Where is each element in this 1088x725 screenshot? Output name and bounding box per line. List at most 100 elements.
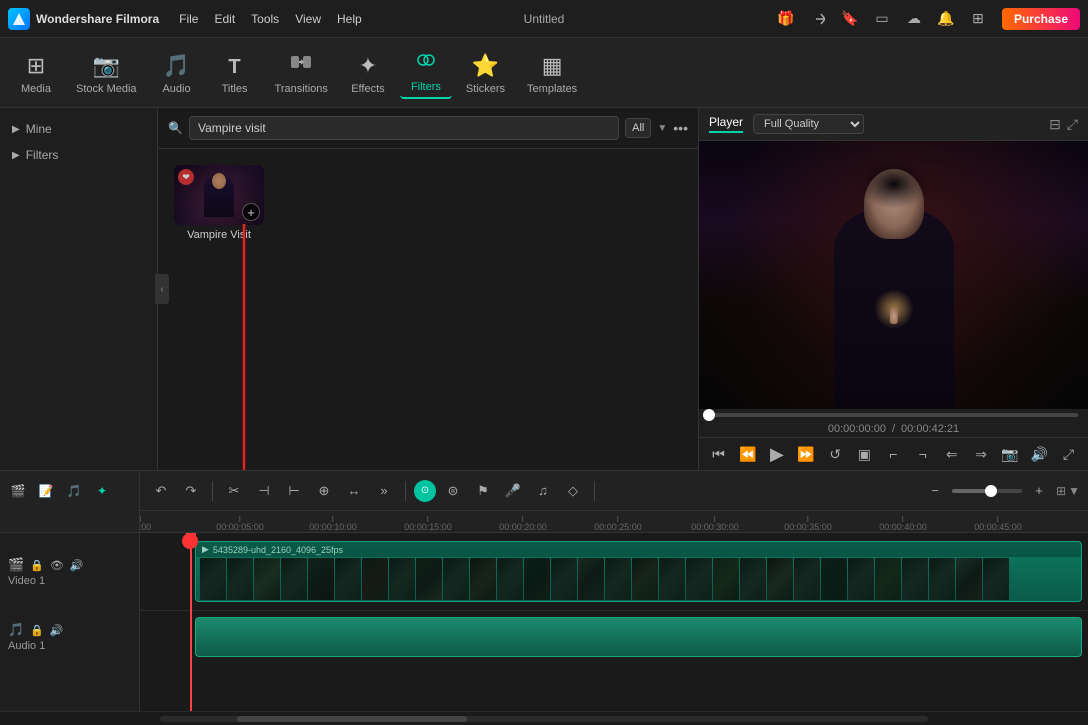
- search-input[interactable]: [189, 116, 619, 140]
- audio-icon-label: 🎵: [8, 622, 24, 638]
- audio-track-lock-icon[interactable]: 🔒: [30, 624, 44, 637]
- zoom-slider[interactable]: [952, 489, 1022, 493]
- step-forward-button[interactable]: ⏩: [794, 442, 817, 466]
- share-icon[interactable]: [806, 7, 830, 31]
- toolbar-titles[interactable]: T Titles: [209, 52, 261, 99]
- toolbar-stickers[interactable]: ⭐ Stickers: [458, 49, 513, 99]
- extend-button[interactable]: ↔: [341, 478, 367, 504]
- zoom-in-button[interactable]: +: [1026, 478, 1052, 504]
- figure-body: [814, 149, 974, 409]
- player-tab[interactable]: Player: [709, 115, 743, 133]
- playhead-marker[interactable]: [182, 533, 198, 549]
- timeline-scrubber[interactable]: [709, 413, 1078, 417]
- mark-out-button[interactable]: ¬: [911, 442, 934, 466]
- toolbar-audio[interactable]: 🎵 Audio: [151, 49, 203, 99]
- search-more-button[interactable]: •••: [673, 120, 688, 136]
- menu-help[interactable]: Help: [337, 12, 362, 26]
- trim-button[interactable]: ⊢: [281, 478, 307, 504]
- toolbar-stock-media[interactable]: 📷 Stock Media: [68, 49, 145, 99]
- cloud-icon[interactable]: ☁: [902, 7, 926, 31]
- timeline-toolbar-row: 🎬 📝 🎵 ✦ ↶ ↷ ✂ ⊣ ⊢ ⊕ ↔ » ⊙ ⊜ ⚑ 🎤 ♫: [0, 471, 1088, 511]
- timeline-section: 🎬 📝 🎵 ✦ ↶ ↷ ✂ ⊣ ⊢ ⊕ ↔ » ⊙ ⊜ ⚑ 🎤 ♫: [0, 470, 1088, 725]
- filter-vampire-visit[interactable]: ❤ + Vampire Visit: [174, 165, 264, 241]
- player-view-icons: ⊟ ⤢: [1049, 116, 1078, 133]
- delete-button[interactable]: ✂: [221, 478, 247, 504]
- project-title: Untitled: [524, 12, 565, 26]
- menu-tools[interactable]: Tools: [251, 12, 279, 26]
- toolbar-media[interactable]: ⊞ Media: [10, 49, 62, 99]
- volume-button[interactable]: 🔊: [1028, 442, 1051, 466]
- video-track-volume-icon[interactable]: 🔊: [70, 559, 84, 572]
- fullscreen-button[interactable]: ⤢: [1057, 442, 1080, 466]
- audio-clip[interactable]: [195, 617, 1082, 657]
- add-text-track-button[interactable]: 📝: [34, 479, 58, 503]
- media-label: Media: [21, 83, 51, 95]
- toolbar-transitions[interactable]: Transitions: [267, 47, 336, 99]
- notification-icon[interactable]: 🔔: [934, 7, 958, 31]
- video-track-lock-icon[interactable]: 🔒: [30, 559, 44, 572]
- marker-button[interactable]: ⚑: [470, 478, 496, 504]
- fullscreen-preview-icon[interactable]: ⤢: [1067, 116, 1078, 133]
- search-filter-all[interactable]: All: [625, 118, 651, 138]
- undo-button[interactable]: ↶: [148, 478, 174, 504]
- more-tools-button[interactable]: »: [371, 478, 397, 504]
- menu-file[interactable]: File: [179, 12, 198, 26]
- snapshot-button[interactable]: 📷: [999, 442, 1022, 466]
- purchase-button[interactable]: Purchase: [1002, 8, 1080, 30]
- filter-dropdown-icon[interactable]: ▼: [657, 123, 667, 134]
- frame-5: [308, 558, 334, 600]
- split-view-icon[interactable]: ⊟: [1049, 116, 1061, 133]
- skip-to-start-button[interactable]: ⏮: [707, 442, 730, 466]
- video-clip[interactable]: ▶ 5435289-uhd_2160_4096_25fps: [195, 541, 1082, 602]
- zoom-thumb[interactable]: [985, 485, 997, 497]
- apps-icon[interactable]: ⊞: [966, 7, 990, 31]
- frame-14: [551, 558, 577, 600]
- toolbar-templates[interactable]: ▦ Templates: [519, 49, 585, 99]
- mark-in-button[interactable]: ⌐: [882, 442, 905, 466]
- prev-clip-button[interactable]: ⇐: [940, 442, 963, 466]
- next-clip-button[interactable]: ⇒: [969, 442, 992, 466]
- snap-toggle[interactable]: ⊙: [414, 480, 436, 502]
- frame-6: [335, 558, 361, 600]
- minimize-icon[interactable]: ▭: [870, 7, 894, 31]
- playhead-thumb[interactable]: [703, 409, 715, 421]
- add-audio-track-button[interactable]: 🎵: [62, 479, 86, 503]
- crop-button[interactable]: ▣: [853, 442, 876, 466]
- audio-track-volume-icon[interactable]: 🔊: [50, 624, 64, 637]
- ripple-button[interactable]: ⊜: [440, 478, 466, 504]
- audio-stretch-button[interactable]: 🎤: [500, 478, 526, 504]
- add-filter-track-button[interactable]: ✦: [90, 479, 114, 503]
- insert-button[interactable]: ⊕: [311, 478, 337, 504]
- zoom-out-button[interactable]: −: [922, 478, 948, 504]
- add-video-track-button[interactable]: 🎬: [6, 479, 30, 503]
- sidebar-item-mine[interactable]: ▶ Mine: [0, 116, 157, 142]
- quality-select[interactable]: Full Quality High Quality Medium Quality: [753, 114, 864, 134]
- bookmark-icon[interactable]: 🔖: [838, 7, 862, 31]
- playhead[interactable]: [190, 533, 192, 711]
- view-grid-button[interactable]: ⊞ ▼: [1056, 484, 1080, 498]
- current-time: 00:00:00:00: [828, 423, 886, 435]
- sidebar-item-filters[interactable]: ▶ Filters: [0, 142, 157, 168]
- add-filter-icon[interactable]: +: [242, 203, 260, 221]
- toolbar-filters[interactable]: Filters: [400, 45, 452, 99]
- audio-icon: 🎵: [163, 53, 190, 79]
- loop-button[interactable]: ↺: [824, 442, 847, 466]
- split-audio-button[interactable]: ♫: [530, 478, 556, 504]
- gift-icon[interactable]: 🎁: [774, 7, 798, 31]
- menu-edit[interactable]: Edit: [214, 12, 235, 26]
- app-window: Wondershare Filmora File Edit Tools View…: [0, 0, 1088, 725]
- grid-icon: ⊞: [1056, 484, 1066, 498]
- play-button[interactable]: ▶: [765, 442, 788, 466]
- audio-track-label: 🎵 🔒 🔊 Audio 1: [0, 611, 140, 663]
- menu-view[interactable]: View: [295, 12, 321, 26]
- redo-button[interactable]: ↷: [178, 478, 204, 504]
- toolbar-effects[interactable]: ✦ Effects: [342, 49, 394, 99]
- scrollbar-thumb[interactable]: [237, 716, 467, 722]
- timeline-scrollbar[interactable]: [0, 711, 1088, 725]
- add-keyframe-button[interactable]: ◇: [560, 478, 586, 504]
- frame-4: [281, 558, 307, 600]
- split-button[interactable]: ⊣: [251, 478, 277, 504]
- video-track-visibility-icon[interactable]: 👁: [50, 559, 64, 572]
- step-back-button[interactable]: ⏪: [736, 442, 759, 466]
- frame-16: [605, 558, 631, 600]
